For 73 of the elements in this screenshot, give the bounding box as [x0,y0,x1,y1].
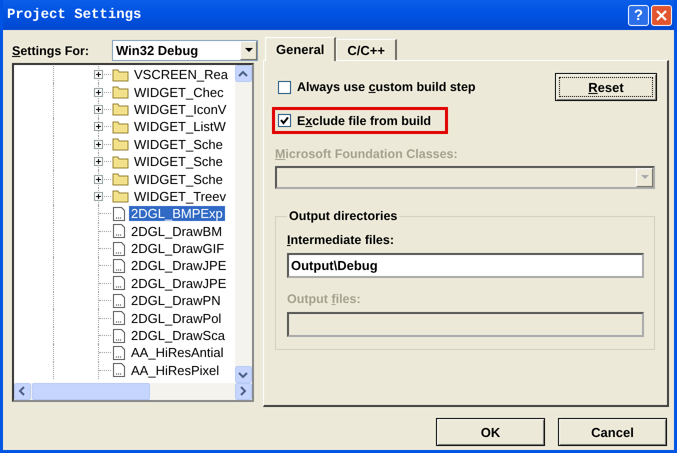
scroll-thumb[interactable] [32,383,150,400]
file-icon [112,344,126,361]
checkbox-label: Exclude file from build [297,114,432,128]
folder-icon [112,172,129,186]
caret-icon [244,48,252,53]
vertical-scrollbar[interactable] [235,65,252,383]
expand-icon[interactable] [94,157,103,166]
tree-item[interactable]: 2DGL_DrawJPE [129,276,228,291]
ok-button[interactable]: OK [436,418,545,446]
tree-item[interactable]: WIDGET_IconV [132,102,228,117]
reset-button[interactable]: Reset [555,73,657,101]
checkbox-label: Always use custom build step [297,80,476,94]
expand-icon[interactable] [94,174,103,184]
file-icon [112,362,126,378]
file-icon [112,292,126,309]
file-icon [112,206,126,222]
expand-icon[interactable] [94,88,103,97]
tree-item[interactable]: WIDGET_Sche [132,136,225,152]
tree-item[interactable]: 2DGL_DrawSca [129,328,227,344]
tree-item[interactable]: 2DGL_DrawGIF [129,241,226,256]
expand-icon[interactable] [94,104,103,114]
settings-for-label: Settings For: [12,44,90,58]
tab[interactable]: General [265,37,336,61]
tree-item[interactable]: AA_HiResPixel [129,362,222,378]
scroll-left-icon[interactable] [14,383,31,400]
tree-item[interactable]: WIDGET_Treev [132,188,228,204]
tree-item[interactable]: WIDGET_ListW [132,119,228,134]
tree-item[interactable]: 2DGL_DrawBM [129,224,224,239]
scroll-down-icon[interactable] [235,366,252,383]
tree-item[interactable]: 2DGL_DrawPol [129,310,224,326]
tree-item[interactable]: 2DGL_DrawJPE [129,258,228,274]
tree-item[interactable]: WIDGET_Sche [132,154,225,170]
scroll-up-icon[interactable] [235,65,252,82]
folder-icon [112,102,129,116]
expand-icon[interactable] [94,192,103,201]
horizontal-scrollbar[interactable] [14,383,252,400]
folder-icon [112,120,129,134]
expand-icon[interactable] [94,70,103,80]
folder-icon [112,68,129,82]
tree-item[interactable]: WIDGET_Chec [132,84,226,100]
file-icon [112,240,126,257]
file-icon [112,223,126,240]
tab[interactable]: C/C++ [336,39,397,60]
file-icon [112,275,126,292]
checkbox[interactable] [278,80,291,94]
folder-icon [112,85,129,100]
tree-item[interactable]: 2DGL_DrawPN [129,293,223,308]
tree-item[interactable]: WIDGET_Sche [132,172,225,187]
file-icon [112,328,126,344]
field-label: Output files: [287,292,361,306]
caret-icon [640,175,648,180]
close-icon [656,10,667,20]
folder-icon [112,137,129,152]
checkbox[interactable] [278,114,291,127]
cancel-button[interactable]: Cancel [558,418,667,446]
tree-item[interactable]: 2DGL_BMPExp [129,206,225,222]
field-label: Intermediate files: [287,233,394,247]
expand-icon[interactable] [94,122,103,132]
group-title: Output directories [288,209,398,223]
close-button[interactable] [651,4,672,26]
scroll-right-icon[interactable] [235,383,252,400]
window-title: Project Settings [7,7,142,23]
tree-item[interactable]: AA_HiResAntial [129,345,226,360]
tree-item[interactable]: VSCREEN_Rea [132,67,230,82]
path-field[interactable]: Output\Debug [287,253,644,278]
folder-icon [112,154,129,169]
expand-icon[interactable] [94,140,103,149]
mfc-label: Microsoft Foundation Classes: [275,147,458,161]
file-icon [112,310,126,326]
configuration-dropdown[interactable]: Win32 Debug [112,40,258,61]
folder-icon [112,189,129,204]
file-icon [112,258,126,274]
help-button[interactable]: ? [628,4,649,26]
